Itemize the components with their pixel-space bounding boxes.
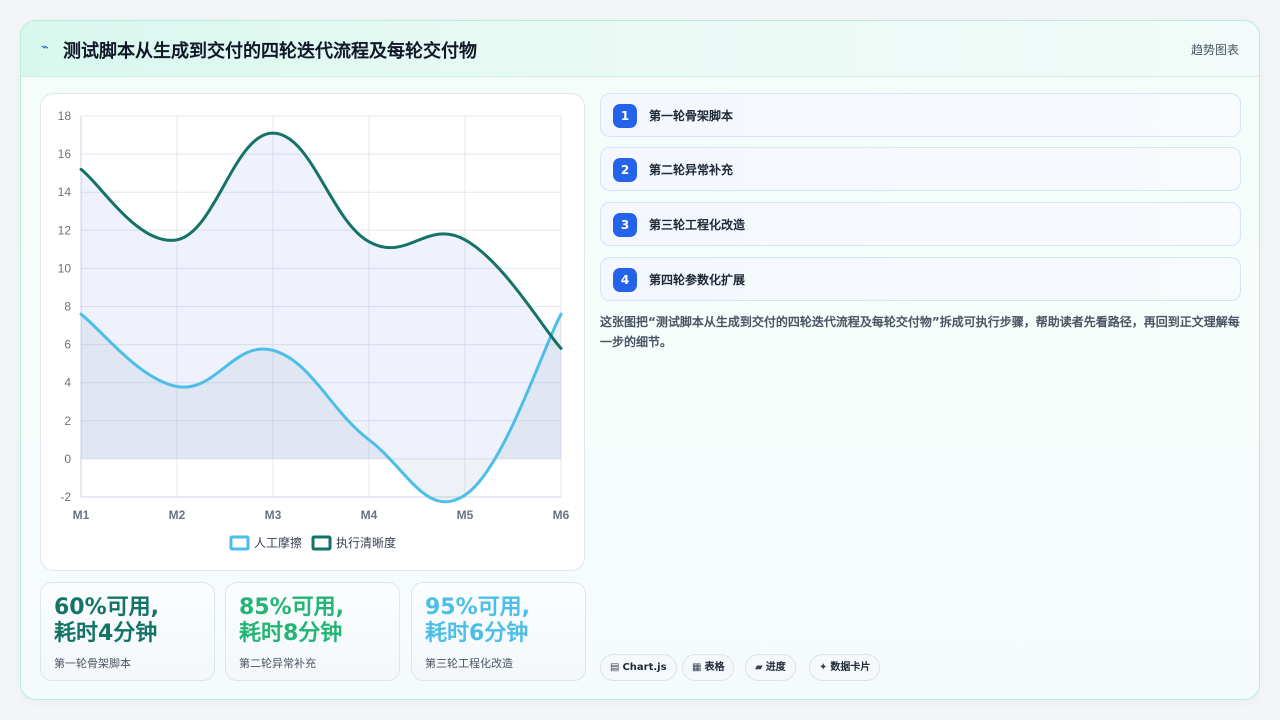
description-text: 这张图把“测试脚本从生成到交付的四轮迭代流程及每轮交付物”拆成可执行步骤，帮助读… (600, 315, 1240, 349)
tag-label: 表格 (704, 662, 725, 673)
chart-icon: ▤ (610, 662, 620, 673)
y-tick-label: 4 (64, 376, 71, 390)
step-item-1[interactable]: 1 第一轮骨架脚本 (600, 93, 1241, 137)
tag-table[interactable]: ▦ 表格 (682, 654, 735, 681)
step-item-2[interactable]: 2 第二轮异常补充 (600, 147, 1241, 191)
y-tick-label: 2 (64, 414, 71, 428)
legend-swatch (229, 535, 250, 551)
x-tick-label: M3 (265, 508, 282, 522)
tag-label: Chart.js (622, 662, 667, 673)
x-tick-label: M4 (361, 508, 378, 522)
tag-label: 进度 (765, 662, 786, 673)
tag-progress[interactable]: ▰ 进度 (745, 654, 796, 681)
y-tick-label: 10 (58, 261, 72, 275)
y-tick-label: 6 (64, 338, 71, 352)
x-tick-label: M5 (457, 508, 474, 522)
step-number: 1 (613, 104, 637, 128)
step-item-4[interactable]: 4 第四轮参数化扩展 (600, 257, 1241, 301)
step-number: 2 (613, 158, 637, 182)
tag-label: 数据卡片 (830, 662, 871, 673)
x-tick-label: M2 (169, 508, 186, 522)
card-icon: ✦ (819, 662, 828, 673)
stat-value: 60%可用, 耗时4分钟 (54, 595, 160, 646)
step-number: 3 (613, 213, 637, 237)
legend-label: 人工摩擦 (254, 535, 302, 550)
y-tick-label: 16 (58, 147, 72, 161)
tag-chartjs[interactable]: ▤ Chart.js (600, 654, 677, 681)
line-chart: -2 0 2 4 6 8 10 12 14 16 18 M1 M2 M3 M4 M5 M6 人工摩擦 执行清晰度 (58, 109, 570, 551)
step-number: 4 (613, 268, 637, 292)
main-card: ⌁ 测试脚本从生成到交付的四轮迭代流程及每轮交付物 趋势图表 -2 0 2 4 6 8 10… (20, 20, 1260, 700)
progress-icon: ▰ (755, 662, 763, 673)
y-tick-label: 12 (58, 223, 72, 237)
legend-swatch (311, 535, 332, 551)
stat-label: 第二轮异常补充 (239, 657, 316, 670)
spark-icon: ⌁ (41, 40, 49, 55)
chart-type-label: 趋势图表 (1190, 43, 1239, 57)
step-item-3[interactable]: 3 第三轮工程化改造 (600, 202, 1241, 246)
stat-value: 95%可用, 耗时6分钟 (425, 595, 531, 646)
stat-card-3: 95%可用, 耗时6分钟 第三轮工程化改造 (411, 582, 586, 681)
x-tick-label: M6 (553, 508, 570, 522)
step-label: 第三轮工程化改造 (649, 218, 746, 232)
legend-label: 执行清晰度 (336, 535, 396, 550)
stat-value: 85%可用, 耗时8分钟 (239, 595, 345, 646)
step-label: 第四轮参数化扩展 (649, 273, 746, 287)
y-tick-label: 8 (64, 300, 71, 314)
step-label: 第一轮骨架脚本 (649, 109, 734, 123)
header: ⌁ 测试脚本从生成到交付的四轮迭代流程及每轮交付物 趋势图表 (21, 21, 1259, 77)
stat-card-1: 60%可用, 耗时4分钟 第一轮骨架脚本 (40, 582, 215, 681)
table-icon: ▦ (692, 662, 702, 673)
chart-panel: -2 0 2 4 6 8 10 12 14 16 18 M1 M2 M3 M4 M5 M6 人工摩擦 执行清晰度 (40, 93, 585, 571)
tag-data-card[interactable]: ✦ 数据卡片 (809, 654, 881, 681)
stat-label: 第三轮工程化改造 (425, 657, 513, 670)
page-title: 测试脚本从生成到交付的四轮迭代流程及每轮交付物 (63, 41, 477, 62)
y-tick-label: 0 (64, 452, 71, 466)
stat-card-2: 85%可用, 耗时8分钟 第二轮异常补充 (225, 582, 400, 681)
step-label: 第二轮异常补充 (649, 163, 734, 177)
y-tick-label: 18 (58, 109, 72, 123)
y-tick-label: 14 (58, 185, 72, 199)
stat-label: 第一轮骨架脚本 (54, 657, 131, 670)
y-tick-label: -2 (60, 490, 71, 504)
x-tick-label: M1 (73, 508, 90, 522)
